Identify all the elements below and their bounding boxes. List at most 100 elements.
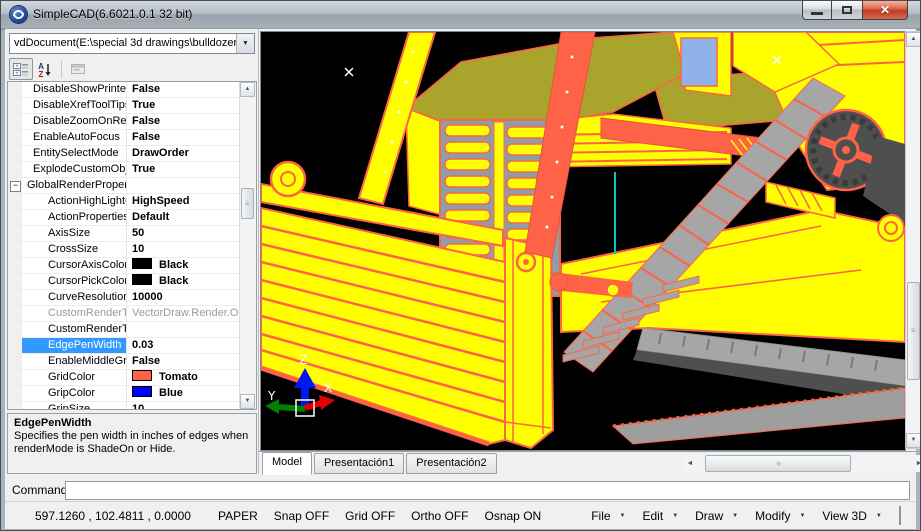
property-name[interactable]: GripColor [22,386,127,401]
property-value[interactable]: Black [127,258,240,273]
status-menu[interactable]: Draw▼ [695,509,738,523]
property-value[interactable]: Default [127,210,240,225]
categorized-view-button[interactable]: + + [9,58,33,80]
property-value[interactable]: VectorDraw.Render.Op [127,306,240,321]
property-name[interactable]: CurveResolution [22,290,127,305]
property-grid-scrollbar[interactable]: ▲ ≡ ▼ [239,82,256,409]
scroll-up-icon[interactable]: ▲ [906,32,921,47]
scroll-down-icon[interactable]: ▼ [240,394,255,409]
property-value[interactable]: DrawOrder [127,146,240,161]
chevron-down-icon[interactable]: ▼ [236,34,254,53]
property-value[interactable]: False [127,130,240,145]
property-name[interactable]: CursorPickColor [22,274,127,289]
layout-tab[interactable]: Presentación2 [406,453,496,474]
property-name[interactable]: CrossSize [22,242,127,257]
property-name[interactable]: GripSize [22,402,127,410]
scrollbar-thumb[interactable]: ≡ [705,455,851,472]
property-value[interactable]: 0.03 [127,338,240,353]
status-menu[interactable]: Modify▼ [755,509,805,523]
property-name[interactable]: AxisSize [22,226,127,241]
property-name[interactable]: CursorAxisColor [22,258,127,273]
property-value[interactable]: False [127,354,240,369]
document-selector[interactable]: vdDocument(E:\special 3d drawings\bulldo… [9,33,255,54]
property-name[interactable]: CustomRenderTy [22,322,127,337]
property-value[interactable]: False [127,82,240,97]
property-row[interactable]: − DisableShowPrinterP False [8,82,240,98]
property-value[interactable] [127,322,240,337]
property-value[interactable]: True [127,162,240,177]
sort-alphabetical-button[interactable]: A Z [33,58,57,80]
property-row[interactable]: − EnableAutoFocus False [8,130,240,146]
property-name[interactable]: ActionProperties [22,210,127,225]
status-toggle[interactable]: Osnap ON [485,509,542,523]
collapse-icon[interactable]: − [10,181,21,192]
property-row[interactable]: − ActionHighLightQ HighSpeed [8,194,240,210]
property-row[interactable]: − CrossSize 10 [8,242,240,258]
status-toggle[interactable]: Grid OFF [345,509,395,523]
property-value[interactable]: Blue [127,386,240,401]
scroll-right-icon[interactable]: ► [912,455,921,472]
property-value[interactable] [127,178,240,193]
property-pages-button[interactable] [66,58,90,80]
property-name[interactable]: DisableShowPrinterP [22,82,127,97]
layout-tab[interactable]: Model [262,452,312,475]
property-row[interactable]: − DisableXrefToolTips True [8,98,240,114]
property-value[interactable]: 10 [127,242,240,257]
property-value[interactable]: Black [127,274,240,289]
property-row[interactable]: − DisableZoomOnResiz False [8,114,240,130]
property-name[interactable]: CustomRenderTy [22,306,127,321]
status-toggle[interactable]: Snap OFF [274,509,329,523]
property-row[interactable]: − CustomRenderTy VectorDraw.Render.Op [8,306,240,322]
minimize-button[interactable] [802,1,832,20]
property-name[interactable]: DisableZoomOnResiz [22,114,127,129]
property-value[interactable]: True [127,98,240,113]
property-row[interactable]: − CustomRenderTy [8,322,240,338]
status-menu[interactable]: View 3D▼ [822,509,881,523]
scrollbar-thumb[interactable]: ≡ [907,282,920,380]
close-button[interactable]: ✕ [862,1,908,20]
property-row[interactable]: − CursorPickColor Black [8,274,240,290]
property-value[interactable]: 10000 [127,290,240,305]
status-menu[interactable]: File▼ [591,509,625,523]
property-value[interactable]: 10 [127,402,240,410]
status-menu[interactable]: Edit▼ [643,509,679,523]
property-row[interactable]: − AxisSize 50 [8,226,240,242]
property-name[interactable]: GridColor [22,370,127,385]
property-row[interactable]: − CurveResolution 10000 [8,290,240,306]
property-name[interactable]: DisableXrefToolTips [22,98,127,113]
scroll-down-icon[interactable]: ▼ [906,433,921,448]
property-row[interactable]: − GripSize 10 [8,402,240,410]
maximize-button[interactable] [832,1,862,20]
property-row[interactable]: − ActionProperties Default [8,210,240,226]
title-bar[interactable]: SimpleCAD(6.6021.0.1 32 bit) ✕ [1,1,920,30]
property-row[interactable]: − ExplodeCustomObje True [8,162,240,178]
property-name[interactable]: EnableAutoFocus [22,130,127,145]
property-name[interactable]: GlobalRenderProper [22,178,127,193]
property-name[interactable]: EdgePenWidth [22,338,127,353]
scrollbar-thumb[interactable]: ≡ [241,188,254,219]
viewport-vertical-scrollbar[interactable]: ▲ ≡ ▼ [905,31,921,449]
status-toggle[interactable]: PAPER [218,509,258,523]
property-row[interactable]: − GridColor Tomato [8,370,240,386]
property-value[interactable]: False [127,114,240,129]
status-toggle[interactable]: Ortho OFF [411,509,468,523]
property-value[interactable]: HighSpeed [127,194,240,209]
property-row[interactable]: − GripColor Blue [8,386,240,402]
property-row[interactable]: − EntitySelectMode DrawOrder [8,146,240,162]
property-row[interactable]: − GlobalRenderProper [8,178,240,194]
property-value[interactable]: 50 [127,226,240,241]
property-row[interactable]: − EdgePenWidth 0.03 [8,338,240,354]
layout-tab[interactable]: Presentación1 [314,453,404,474]
property-name[interactable]: EnableMiddleGripl [22,354,127,369]
property-name[interactable]: ExplodeCustomObje [22,162,127,177]
property-name[interactable]: ActionHighLightQ [22,194,127,209]
property-name[interactable]: EntitySelectMode [22,146,127,161]
command-input[interactable] [65,481,910,500]
viewport-horizontal-scrollbar[interactable]: ◄ ≡ ► [683,455,921,472]
scroll-left-icon[interactable]: ◄ [683,455,697,472]
property-row[interactable]: − EnableMiddleGripl False [8,354,240,370]
property-row[interactable]: − CursorAxisColor Black [8,258,240,274]
property-value[interactable]: Tomato [127,370,240,385]
scroll-up-icon[interactable]: ▲ [240,82,255,97]
drawing-viewport[interactable]: Z X Y [260,31,906,451]
